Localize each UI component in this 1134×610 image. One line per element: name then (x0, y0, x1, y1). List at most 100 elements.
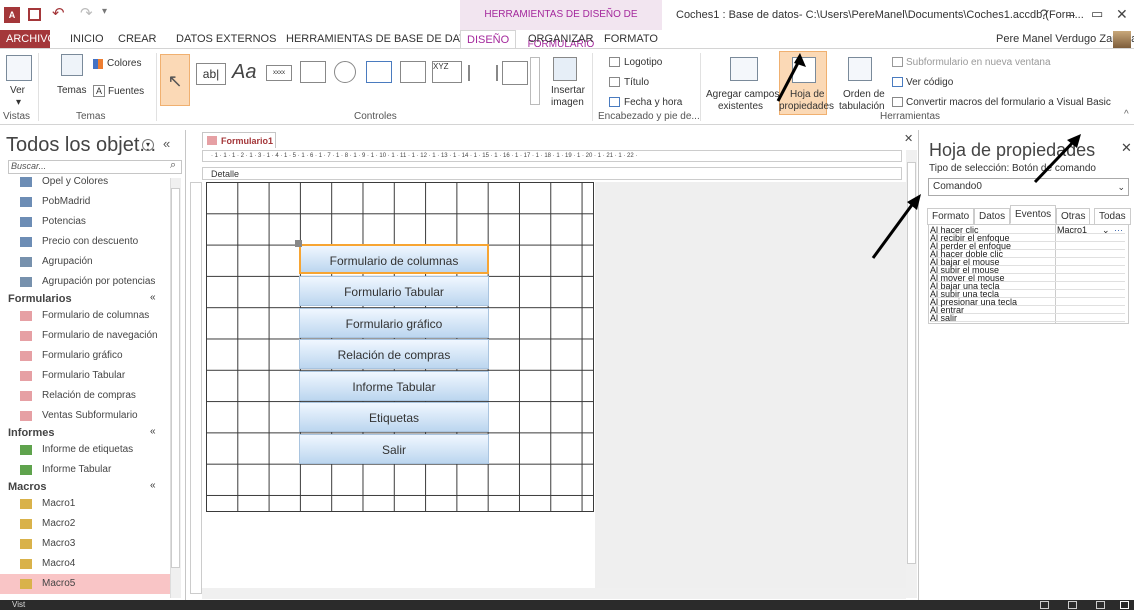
design-view-icon[interactable] (1096, 601, 1105, 609)
ver-dropdown-icon[interactable]: ▾ (16, 97, 21, 108)
orden-tabulacion-label-1[interactable]: Orden de (843, 89, 885, 100)
logotipo-button[interactable]: Logotipo (624, 57, 662, 68)
view-icon[interactable] (6, 55, 32, 81)
label-tool-icon[interactable]: Aa (232, 61, 256, 84)
ver-button-label[interactable]: Ver (10, 85, 25, 96)
form-button-informe-tabular[interactable]: Informe Tabular (299, 371, 489, 401)
help-button[interactable]: ? (1040, 6, 1048, 22)
user-avatar[interactable] (1113, 31, 1131, 48)
hyperlink-icon[interactable] (334, 61, 356, 83)
form-view-icon[interactable] (1040, 601, 1049, 609)
chevron-down-icon[interactable]: ⌄ (1117, 179, 1125, 195)
tab-otras[interactable]: Otras (1056, 208, 1091, 225)
nav-item-report[interactable]: Informe de etiquetas (0, 440, 170, 460)
navigation-control-icon[interactable] (400, 61, 426, 83)
form-button-salir[interactable]: Salir (299, 434, 489, 464)
nav-item-macro[interactable]: Macro2 (0, 514, 170, 534)
option-group-icon[interactable]: XYZ (432, 61, 462, 83)
minimize-button[interactable]: – (1067, 6, 1075, 22)
fuentes-button[interactable]: Fuentes (108, 86, 144, 97)
hscroll[interactable] (202, 588, 906, 599)
agregar-campos-label[interactable]: Agregar campos (706, 89, 779, 100)
nav-collapse-icon[interactable]: « (163, 136, 170, 151)
nav-item-macro[interactable]: Macro3 (0, 534, 170, 554)
insert-image-icon[interactable] (553, 57, 577, 81)
tab-control-icon[interactable] (300, 61, 326, 83)
nav-item-report[interactable]: Agrupación (0, 252, 170, 272)
nav-item-query[interactable]: PobMadrid (0, 192, 170, 212)
imagen-label[interactable]: imagen (551, 97, 584, 108)
undo-icon[interactable]: ↶ (52, 4, 65, 22)
button-tool-icon[interactable]: xxxx (266, 65, 292, 81)
nav-item-form[interactable]: Formulario de navegación (0, 326, 170, 346)
save-icon[interactable] (28, 8, 41, 21)
design-view-active-icon[interactable] (1120, 601, 1129, 609)
restore-button[interactable]: ▭ (1091, 6, 1103, 22)
tab-todas[interactable]: Todas (1094, 208, 1131, 225)
orden-tabulacion-label-2[interactable]: tabulación (839, 101, 885, 112)
convertir-macros-button[interactable]: Convertir macros del formulario a Visual… (906, 97, 1111, 108)
fecha-hora-button[interactable]: Fecha y hora (624, 97, 682, 108)
nav-item-macro-selected[interactable]: Macro5 (0, 574, 170, 594)
titulo-button[interactable]: Título (624, 77, 649, 88)
nav-item-macro[interactable]: Macro1 (0, 494, 170, 514)
tab-archivo[interactable]: ARCHIVO (0, 30, 56, 48)
nav-item-form[interactable]: Formulario Tabular (0, 366, 170, 386)
collapse-ribbon-icon[interactable]: ^ (1124, 109, 1129, 120)
colores-button[interactable]: Colores (107, 58, 141, 69)
customize-quick-access-icon[interactable]: ▾ (102, 6, 107, 17)
redo-icon[interactable]: ↷ (80, 4, 93, 22)
existentes-label[interactable]: existentes (718, 101, 763, 112)
section-header-detalle[interactable]: Detalle (202, 167, 902, 180)
nav-item-form[interactable]: Relación de compras (0, 386, 170, 406)
search-icon[interactable]: ⌕ (170, 159, 176, 172)
nav-item-report[interactable]: Agrupación por potencias (0, 272, 170, 292)
form-button-columnas[interactable]: Formulario de columnas (299, 244, 489, 274)
tab-organizar[interactable]: ORGANIZAR (522, 30, 599, 48)
tab-formato[interactable]: Formato (927, 208, 975, 225)
property-row[interactable]: Al entrar (930, 306, 1125, 315)
nav-item-form[interactable]: Formulario de columnas (0, 306, 170, 326)
collapse-group-icon[interactable]: « (150, 426, 156, 437)
tab-datos-externos[interactable]: DATOS EXTERNOS (170, 30, 282, 48)
layout-view-icon[interactable] (1068, 601, 1077, 609)
textbox-tool-icon[interactable]: ab| (196, 63, 226, 85)
page-break-icon[interactable] (468, 65, 498, 81)
nav-item-query[interactable]: Potencias (0, 212, 170, 232)
form-button-tabular[interactable]: Formulario Tabular (299, 276, 489, 306)
form-button-grafico[interactable]: Formulario gráfico (299, 308, 489, 338)
property-row[interactable]: Al salir (930, 314, 1125, 323)
nav-menu-icon[interactable]: ▾ (142, 139, 154, 151)
builder-icon[interactable]: ··· (1114, 226, 1123, 235)
nav-item-form[interactable]: Formulario gráfico (0, 346, 170, 366)
temas-button-label[interactable]: Temas (57, 85, 86, 96)
collapse-group-icon[interactable]: « (150, 292, 156, 303)
nav-item-report[interactable]: Informe Tabular (0, 460, 170, 480)
form-button-relacion-compras[interactable]: Relación de compras (299, 339, 489, 369)
ver-codigo-button[interactable]: Ver código (906, 77, 953, 88)
web-browser-icon[interactable] (366, 61, 392, 83)
document-tab[interactable]: Formulario1 (202, 132, 276, 148)
nav-scroll-thumb[interactable] (171, 188, 180, 568)
move-handle[interactable] (295, 240, 302, 247)
tab-datos[interactable]: Datos (974, 208, 1011, 225)
subformulario-nueva-ventana[interactable]: Subformulario en nueva ventana (906, 57, 1051, 68)
controls-scroll[interactable] (530, 57, 540, 105)
nav-item-query[interactable]: Opel y Colores (0, 172, 170, 192)
collapse-group-icon[interactable]: « (150, 480, 156, 491)
themes-icon[interactable] (61, 54, 83, 76)
nav-item-form[interactable]: Ventas Subformulario (0, 406, 170, 426)
insertar-label[interactable]: Insertar (551, 85, 585, 96)
tab-eventos[interactable]: Eventos (1010, 205, 1057, 224)
select-tool-icon[interactable]: ↖ (160, 54, 190, 106)
property-value[interactable]: Macro1 (1057, 226, 1087, 235)
nav-title[interactable]: Todos los objet... (6, 134, 156, 157)
tab-formato[interactable]: FORMATO (598, 30, 664, 48)
close-document-icon[interactable]: ✕ (904, 132, 913, 145)
add-fields-icon[interactable] (730, 57, 758, 81)
close-property-sheet-icon[interactable]: ✕ (1121, 140, 1132, 156)
nav-item-macro[interactable]: Macro4 (0, 554, 170, 574)
combo-box-icon[interactable] (502, 61, 528, 85)
chevron-down-icon[interactable]: ⌄ (1102, 226, 1110, 235)
nav-item-query[interactable]: Precio con descuento (0, 232, 170, 252)
